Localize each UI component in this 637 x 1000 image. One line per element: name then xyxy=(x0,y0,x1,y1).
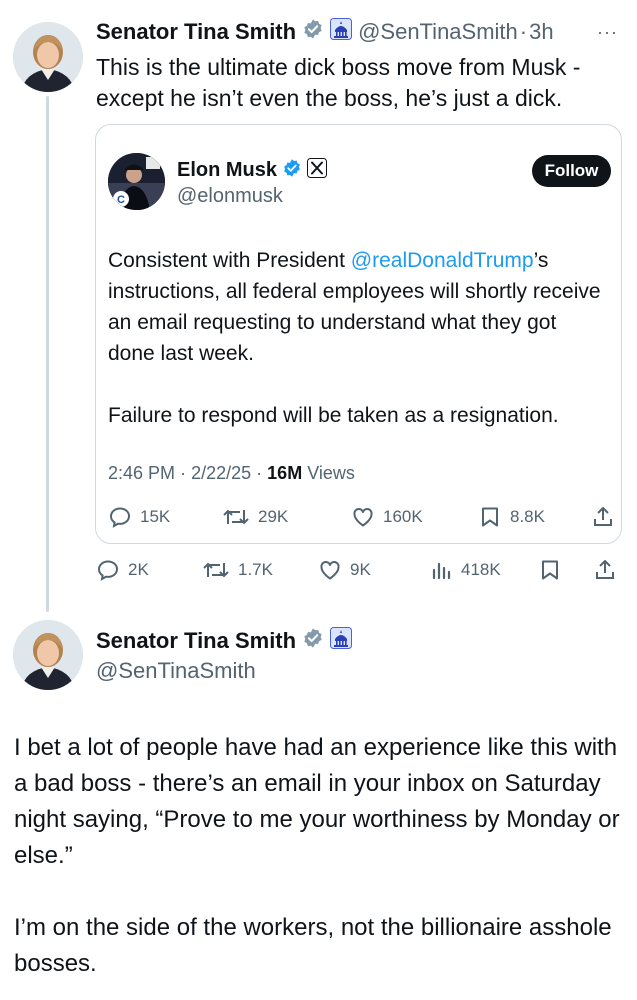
reply-icon xyxy=(96,558,120,582)
tweet2-author-row: Senator Tina Smith xyxy=(96,627,353,654)
government-building-icon[interactable] xyxy=(330,627,353,654)
verified-gray-badge-icon[interactable] xyxy=(302,18,324,45)
views-icon xyxy=(429,558,453,582)
tweet1-reply-button[interactable]: 2K xyxy=(96,558,149,582)
quoted-share-button[interactable] xyxy=(592,505,614,529)
tweet1-bookmark-button[interactable] xyxy=(538,558,562,582)
follow-button[interactable]: Follow xyxy=(532,155,611,187)
tweet2-author-name[interactable]: Senator Tina Smith xyxy=(96,628,296,654)
elon-musk-avatar[interactable]: C xyxy=(108,153,165,210)
like-icon xyxy=(351,505,375,529)
tina-smith-avatar[interactable] xyxy=(13,620,83,690)
tweet1-views-button[interactable]: 418K xyxy=(429,558,501,582)
share-icon xyxy=(594,558,616,582)
reply-count: 2K xyxy=(128,560,149,579)
tweet1-text: This is the ultimate dick boss move from… xyxy=(96,54,581,111)
like-icon xyxy=(318,558,342,582)
repost-icon xyxy=(202,558,230,582)
quoted-tweet-paragraph: Consistent with President @realDonaldTru… xyxy=(108,245,608,369)
quoted-text-prefix: Consistent with President xyxy=(108,249,351,272)
bookmark-count: 8.8K xyxy=(510,507,545,526)
quoted-time[interactable]: 2:46 PM xyxy=(108,463,175,483)
tweet1-like-button[interactable]: 9K xyxy=(318,558,371,582)
repost-count: 29K xyxy=(258,507,289,526)
bookmark-icon xyxy=(478,505,502,529)
tina-smith-avatar[interactable] xyxy=(13,22,83,92)
svg-text:C: C xyxy=(117,194,125,206)
tweet1-author-name[interactable]: Senator Tina Smith xyxy=(96,19,296,45)
quoted-tweet-text: Consistent with President @realDonaldTru… xyxy=(108,245,608,462)
reply-icon xyxy=(108,505,132,529)
tweet1-repost-button[interactable]: 1.7K xyxy=(202,558,273,582)
tweet2-paragraph: I bet a lot of people have had an experi… xyxy=(14,734,620,869)
quoted-views-count: 16M xyxy=(267,463,303,483)
quoted-repost-button[interactable]: 29K xyxy=(222,505,288,529)
views-count: 418K xyxy=(461,560,501,579)
quoted-tweet-paragraph: Failure to respond will be taken as a re… xyxy=(108,404,559,427)
bookmark-icon xyxy=(538,558,562,582)
reply-count: 15K xyxy=(140,507,171,526)
repost-icon xyxy=(222,505,250,529)
quoted-reply-button[interactable]: 15K xyxy=(108,505,170,529)
verified-blue-badge-icon[interactable] xyxy=(282,158,302,183)
more-icon[interactable]: ··· xyxy=(597,22,618,43)
government-building-icon[interactable] xyxy=(330,18,353,45)
quoted-action-bar: 15K 29K 160K 8.8K xyxy=(108,505,613,533)
like-count: 160K xyxy=(383,507,423,526)
quoted-author-row: Elon Musk xyxy=(177,158,328,183)
x-logo-icon[interactable] xyxy=(307,158,328,183)
tweet1-action-bar: 2K 1.7K 9K 418K xyxy=(96,556,626,586)
tweet2-paragraph: I’m on the side of the workers, not the … xyxy=(14,914,612,977)
tweet1-header: Senator Tina Smith @SenTinaSmith · 3h xyxy=(96,18,554,45)
repost-count: 1.7K xyxy=(238,560,273,579)
tweet1-separator: · xyxy=(519,18,528,44)
quoted-like-button[interactable]: 160K xyxy=(351,505,423,529)
tweet1-share-button[interactable] xyxy=(594,558,616,582)
quoted-date[interactable]: 2/22/25 xyxy=(191,463,251,483)
share-icon xyxy=(592,505,614,529)
quoted-author-handle[interactable]: @elonmusk xyxy=(177,185,283,208)
quoted-author-name[interactable]: Elon Musk xyxy=(177,159,277,182)
meta-separator: · xyxy=(180,463,187,483)
thread-connector-line xyxy=(46,96,49,612)
tweet2-text: I bet a lot of people have had an experi… xyxy=(14,730,629,1000)
tweet2-handle[interactable]: @SenTinaSmith xyxy=(96,658,256,684)
like-count: 9K xyxy=(350,560,371,579)
quoted-views-label: Views xyxy=(307,463,355,483)
tweet1-handle[interactable]: @SenTinaSmith xyxy=(358,19,518,45)
quoted-tweet-card[interactable]: C Elon Musk @elonmusk Follow Consistent … xyxy=(95,124,622,544)
quoted-bookmark-button[interactable]: 8.8K xyxy=(478,505,545,529)
tweet1-timestamp[interactable]: 3h xyxy=(529,19,553,45)
verified-gray-badge-icon[interactable] xyxy=(302,627,324,654)
meta-separator: · xyxy=(256,463,263,483)
mention-link[interactable]: @realDonaldTrump xyxy=(351,249,534,272)
quoted-tweet-meta: 2:46 PM · 2/22/25 · 16M Views xyxy=(108,463,355,484)
